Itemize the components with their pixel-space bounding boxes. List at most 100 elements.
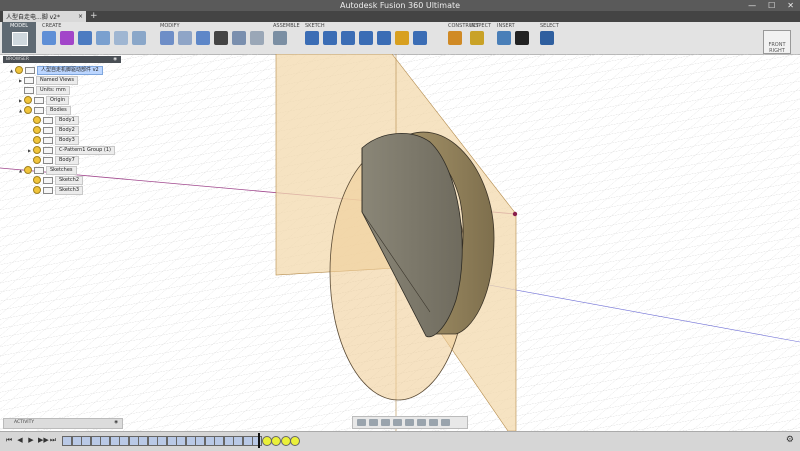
toolbar-group-label[interactable]: SKETCH <box>305 23 325 29</box>
project-icon[interactable] <box>377 31 391 45</box>
timeline-feature-icon[interactable] <box>185 436 196 446</box>
toolbar-group-label[interactable]: ASSEMBLE <box>273 23 300 29</box>
workspace-switcher[interactable]: MODEL <box>2 22 36 53</box>
browser-node[interactable]: ▲ Bodies <box>17 105 71 115</box>
expand-arrow-icon[interactable]: ▲ <box>17 108 24 113</box>
visibility-bulb-icon[interactable] <box>33 136 41 144</box>
expand-arrow-icon[interactable]: ▲ <box>8 68 15 73</box>
browser-node[interactable]: Body7 <box>26 155 79 165</box>
expand-arrow-icon[interactable]: ▶ <box>17 78 24 83</box>
timeline-feature-icon[interactable] <box>195 436 205 446</box>
step-forward-icon[interactable]: ▶▶ <box>38 436 49 444</box>
browser-node[interactable]: Units: mm <box>17 85 70 95</box>
browser-node[interactable]: Sketch3 <box>26 185 84 195</box>
timeline-feature-icon[interactable] <box>119 436 129 446</box>
viewcube[interactable]: FRONT RIGHT <box>763 30 791 54</box>
timeline-feature-icon[interactable] <box>81 436 91 446</box>
timeline-feature-icon[interactable] <box>138 436 148 446</box>
toolbar-group-label[interactable]: INSPECT <box>470 23 491 29</box>
visibility-bulb-icon[interactable] <box>33 176 41 184</box>
timeline-feature-icon[interactable] <box>233 436 243 446</box>
browser-node[interactable]: Body2 <box>26 125 79 135</box>
toolbar-group-label[interactable]: CREATE <box>42 23 61 29</box>
look-at-icon[interactable] <box>369 419 378 426</box>
box-icon[interactable] <box>42 31 56 45</box>
visibility-bulb-icon[interactable] <box>24 106 32 114</box>
visibility-bulb-icon[interactable] <box>24 166 32 174</box>
browser-node[interactable]: ▶ Origin <box>17 95 70 105</box>
visibility-bulb-icon[interactable] <box>33 146 41 154</box>
measure-icon[interactable] <box>470 31 484 45</box>
joint-icon[interactable] <box>273 31 287 45</box>
visibility-bulb-icon[interactable] <box>33 116 41 124</box>
browser-node[interactable]: Body3 <box>26 135 79 145</box>
spline-icon[interactable] <box>413 31 427 45</box>
sketch-line-icon[interactable] <box>305 31 319 45</box>
visibility-bulb-icon[interactable] <box>33 156 41 164</box>
plane-icon[interactable] <box>448 31 462 45</box>
timeline-marker[interactable] <box>258 433 260 448</box>
document-tab[interactable]: 人型自走电...脚 v2* × <box>3 11 86 22</box>
timeline-sketch-icon[interactable] <box>271 436 281 446</box>
stop-sketch-icon[interactable] <box>395 31 409 45</box>
timeline-sketch-icon[interactable] <box>280 436 291 446</box>
timeline-settings-icon[interactable]: ⚙ <box>786 435 794 445</box>
timeline-sketch-icon[interactable] <box>261 436 272 446</box>
orbit-icon[interactable] <box>357 419 366 426</box>
combine-icon[interactable] <box>196 31 210 45</box>
timeline-sketch-icon[interactable] <box>290 436 300 446</box>
toolbar-group-label[interactable]: SELECT <box>540 23 559 29</box>
insert-image-icon[interactable] <box>497 31 511 45</box>
shell-body-icon[interactable] <box>250 31 264 45</box>
timeline-feature-icon[interactable] <box>157 436 167 446</box>
timeline-feature-icon[interactable] <box>204 436 215 446</box>
offset-icon[interactable] <box>359 31 373 45</box>
timeline-feature-icon[interactable] <box>242 436 253 446</box>
close-button[interactable]: ✕ <box>787 0 794 11</box>
go-to-end-icon[interactable]: ⏭ <box>49 436 57 444</box>
move-icon[interactable] <box>214 31 228 45</box>
go-to-start-icon[interactable]: ⏮ <box>5 436 13 444</box>
arc-icon[interactable] <box>323 31 337 45</box>
press-pull-icon[interactable] <box>160 31 174 45</box>
visibility-bulb-icon[interactable] <box>33 126 41 134</box>
maximize-button[interactable]: ☐ <box>768 0 775 11</box>
timeline-feature-icon[interactable] <box>71 436 82 446</box>
timeline-feature-icon[interactable] <box>147 436 158 446</box>
extrude-icon[interactable] <box>114 31 128 45</box>
shell-icon[interactable] <box>132 31 146 45</box>
display-settings-icon[interactable] <box>417 419 426 426</box>
browser-node[interactable]: ▲ 人型自走机脚驱动部件 v2 <box>8 65 103 75</box>
decal-icon[interactable] <box>515 31 529 45</box>
pin-icon[interactable]: ◉ <box>113 56 117 63</box>
toolbar-group-label[interactable]: MODIFY <box>160 23 180 29</box>
cylinder-icon[interactable] <box>96 31 110 45</box>
browser-header[interactable]: BROWSER ◉ <box>3 56 121 63</box>
browser-node[interactable]: ▶ C-Pattern1 Group (1) <box>26 145 115 155</box>
timeline-feature-icon[interactable] <box>90 436 101 446</box>
timeline-feature-icon[interactable] <box>62 436 72 446</box>
select-icon[interactable] <box>540 31 554 45</box>
fillet-icon[interactable] <box>178 31 192 45</box>
browser-node[interactable]: ▶ Named Views <box>17 75 78 85</box>
browser-node[interactable]: Sketch2 <box>26 175 84 185</box>
minimize-button[interactable]: — <box>748 0 756 11</box>
timeline-feature-icon[interactable] <box>128 436 139 446</box>
activity-panel[interactable]: ACTIVITY ◉ <box>3 418 123 429</box>
grid-settings-icon[interactable] <box>429 419 438 426</box>
play-icon[interactable]: ▶ <box>27 436 35 444</box>
zoom-icon[interactable] <box>393 419 402 426</box>
expand-arrow-icon[interactable]: ▶ <box>26 148 33 153</box>
timeline-feature-icon[interactable] <box>100 436 110 446</box>
timeline-feature-icon[interactable] <box>252 436 262 446</box>
close-tab-icon[interactable]: × <box>78 13 83 20</box>
align-icon[interactable] <box>232 31 246 45</box>
viewports-icon[interactable] <box>441 419 450 426</box>
pan-icon[interactable] <box>381 419 390 426</box>
timeline-feature-icon[interactable] <box>214 436 224 446</box>
revolve-icon[interactable] <box>78 31 92 45</box>
timeline-feature-icon[interactable] <box>223 436 234 446</box>
sphere-icon[interactable] <box>60 31 74 45</box>
browser-node[interactable]: Body1 <box>26 115 79 125</box>
toolbar-group-label[interactable]: INSERT <box>497 23 515 29</box>
